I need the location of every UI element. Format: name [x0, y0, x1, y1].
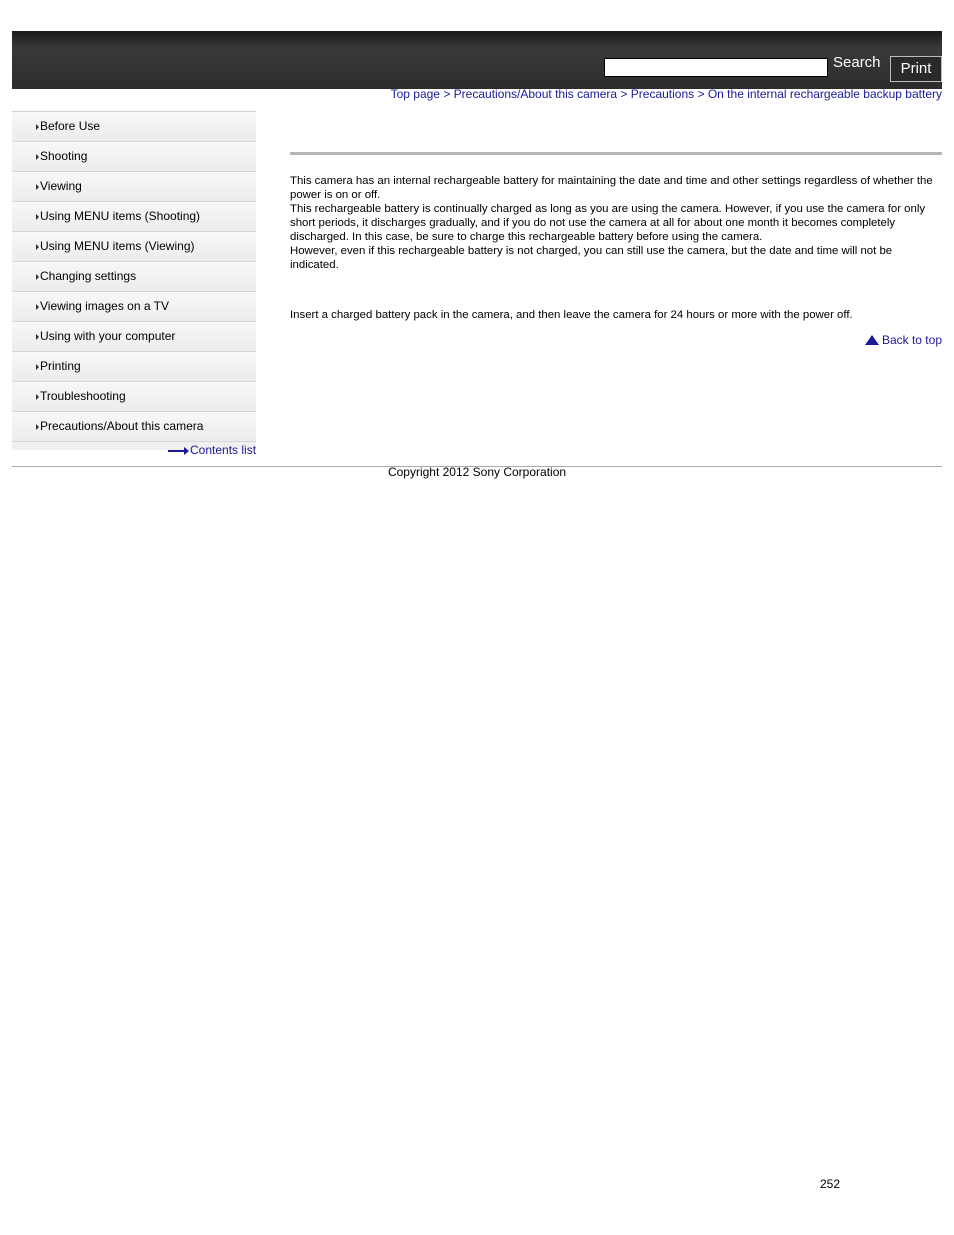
arrow-right-icon — [36, 424, 39, 430]
search-input[interactable] — [604, 58, 828, 77]
triangle-up-icon — [864, 335, 879, 345]
copyright-text: Copyright 2012 Sony Corporation — [387, 465, 567, 479]
breadcrumb-separator: > — [617, 87, 631, 101]
breadcrumb-precautions-about[interactable]: Precautions/About this camera — [454, 87, 617, 101]
sidebar-item-label: Using MENU items (Shooting) — [40, 209, 201, 223]
sidebar-item-label: Precautions/About this camera — [40, 419, 204, 433]
paragraph: However, even if this rechargeable batte… — [290, 245, 893, 271]
sidebar-item-label: Before Use — [40, 119, 101, 133]
arrow-right-icon — [36, 304, 39, 310]
sidebar-item-label: Changing settings — [40, 269, 137, 283]
contents-list-link[interactable]: Contents list — [168, 443, 256, 457]
page-number: 252 — [820, 1177, 841, 1191]
arrow-right-icon — [36, 274, 39, 280]
sidebar-item-precautions[interactable]: Precautions/About this camera — [12, 412, 256, 442]
paragraph: This camera has an internal rechargeable… — [290, 175, 933, 201]
sidebar-item-changing-settings[interactable]: Changing settings — [12, 262, 256, 292]
arrow-right-icon — [36, 394, 39, 400]
sidebar-item-label: Shooting — [40, 149, 88, 163]
arrow-right-icon — [36, 154, 39, 160]
arrow-right-icon — [36, 124, 39, 130]
sidebar-item-label: Viewing images on a TV — [40, 299, 169, 313]
paragraph: This rechargeable battery is continually… — [290, 203, 926, 243]
breadcrumb-precautions[interactable]: Precautions — [631, 87, 694, 101]
sidebar-item-printing[interactable]: Printing — [12, 352, 256, 382]
sidebar-item-computer[interactable]: Using with your computer — [12, 322, 256, 352]
arrow-right-icon — [36, 214, 39, 220]
sidebar-item-viewing[interactable]: Viewing — [12, 172, 256, 202]
sidebar-item-label: Printing — [40, 359, 81, 373]
back-to-top-link[interactable]: Back to top — [864, 333, 942, 347]
arrow-right-icon — [36, 244, 39, 250]
arrow-right-icon — [36, 184, 39, 190]
breadcrumb-separator: > — [439, 87, 454, 101]
breadcrumb-current[interactable]: On the internal rechargeable backup batt… — [708, 87, 942, 101]
charge-instruction: Insert a charged battery pack in the cam… — [290, 309, 853, 321]
sidebar-item-shooting[interactable]: Shooting — [12, 142, 256, 172]
arrow-right-icon — [36, 334, 39, 340]
sidebar-item-menu-viewing[interactable]: Using MENU items (Viewing) — [12, 232, 256, 262]
breadcrumb-separator: > — [694, 87, 708, 101]
arrow-right-icon — [36, 364, 39, 370]
search-button[interactable]: Search — [833, 54, 881, 71]
title-divider — [290, 152, 942, 155]
back-to-top-label: Back to top — [881, 333, 942, 347]
sidebar-item-viewing-tv[interactable]: Viewing images on a TV — [12, 292, 256, 322]
sidebar-item-menu-shooting[interactable]: Using MENU items (Shooting) — [12, 202, 256, 232]
sidebar-item-before-use[interactable]: Before Use — [12, 112, 256, 142]
sidebar-item-troubleshooting[interactable]: Troubleshooting — [12, 382, 256, 412]
contents-list-label: Contents list — [190, 443, 257, 457]
sidebar-nav: Before Use Shooting Viewing Using MENU i… — [12, 111, 256, 450]
sidebar-item-label: Using MENU items (Viewing) — [40, 239, 195, 253]
article-body: This camera has an internal rechargeable… — [290, 174, 942, 272]
breadcrumb: Top page > Precautions/About this camera… — [391, 87, 942, 101]
arrow-right-icon — [168, 446, 189, 455]
print-button[interactable]: Print — [890, 56, 942, 82]
sidebar-item-label: Viewing — [40, 179, 82, 193]
header-bar: Search Print — [12, 31, 942, 89]
sidebar-item-label: Using with your computer — [40, 329, 176, 343]
breadcrumb-top-page[interactable]: Top page — [391, 87, 440, 101]
sidebar-item-label: Troubleshooting — [40, 389, 126, 403]
